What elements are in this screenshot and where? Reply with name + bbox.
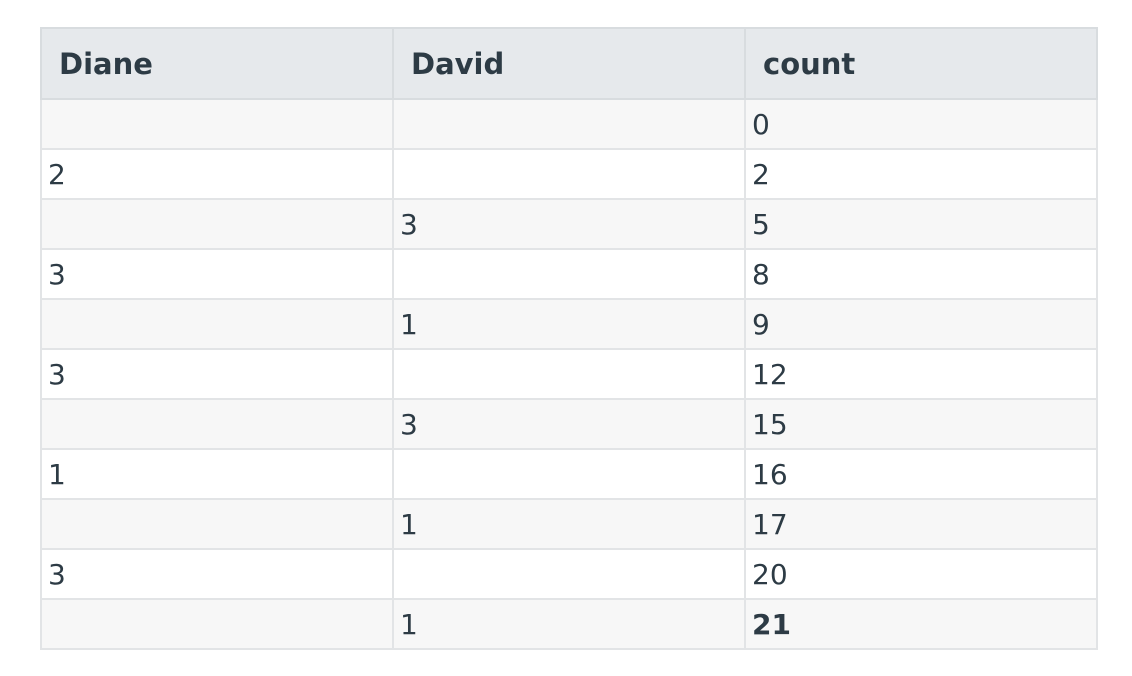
table-row: 3 12	[40, 348, 1098, 400]
count-cell: 16	[744, 448, 1098, 500]
table-row: 1 16	[40, 448, 1098, 500]
table-row: 2 2	[40, 148, 1098, 200]
david-cell: 1	[392, 298, 746, 350]
diane-cell	[40, 498, 394, 550]
header-row: Diane David count	[40, 27, 1098, 100]
david-cell	[392, 548, 746, 600]
table-row: 1 17	[40, 498, 1098, 550]
count-cell: 12	[744, 348, 1098, 400]
table-row: 1 9	[40, 298, 1098, 350]
count-cell: 5	[744, 198, 1098, 250]
diane-cell: 3	[40, 248, 394, 300]
diane-cell	[40, 98, 394, 150]
count-cell: 8	[744, 248, 1098, 300]
david-cell	[392, 448, 746, 500]
table-row-final: 1 21	[40, 598, 1098, 650]
table-row: 3 20	[40, 548, 1098, 600]
table-row: 3 15	[40, 398, 1098, 450]
diane-cell: 1	[40, 448, 394, 500]
table-header: Diane David count	[40, 27, 1098, 100]
david-cell: 1	[392, 498, 746, 550]
david-cell: 3	[392, 198, 746, 250]
count-cell: 0	[744, 98, 1098, 150]
david-cell: 3	[392, 398, 746, 450]
table-body: 0 2 2 3 5 3 8 1 9 3 12 3 15 1 16 1 17 3 …	[40, 98, 1098, 650]
column-header-diane: Diane	[40, 27, 394, 100]
column-header-david: David	[392, 27, 746, 100]
score-table-container: Diane David count 0 2 2 3 5 3 8 1 9 3 12…	[40, 27, 1098, 650]
diane-cell	[40, 398, 394, 450]
david-cell	[392, 98, 746, 150]
count-cell: 20	[744, 548, 1098, 600]
table-row: 3 8	[40, 248, 1098, 300]
score-table: Diane David count 0 2 2 3 5 3 8 1 9 3 12…	[40, 27, 1098, 650]
count-cell: 9	[744, 298, 1098, 350]
david-cell	[392, 248, 746, 300]
diane-cell: 3	[40, 348, 394, 400]
diane-cell: 2	[40, 148, 394, 200]
diane-cell	[40, 598, 394, 650]
count-cell: 2	[744, 148, 1098, 200]
count-cell: 17	[744, 498, 1098, 550]
column-header-count: count	[744, 27, 1098, 100]
david-cell	[392, 348, 746, 400]
table-row: 0	[40, 98, 1098, 150]
final-count-cell: 21	[744, 598, 1098, 650]
diane-cell	[40, 198, 394, 250]
table-row: 3 5	[40, 198, 1098, 250]
count-cell: 15	[744, 398, 1098, 450]
diane-cell: 3	[40, 548, 394, 600]
david-cell: 1	[392, 598, 746, 650]
david-cell	[392, 148, 746, 200]
diane-cell	[40, 298, 394, 350]
